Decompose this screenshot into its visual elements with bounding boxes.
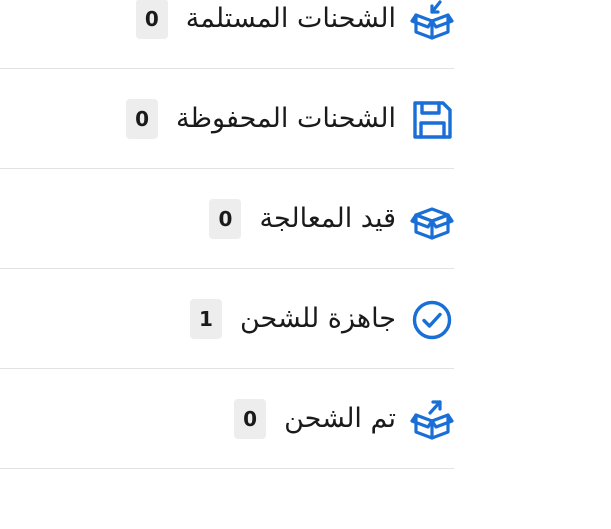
status-item-text: تم الشحن 0 [234,399,396,439]
status-item-processing[interactable]: قيد المعالجة 0 [0,169,454,269]
count-badge: 0 [209,199,242,239]
count-badge: 0 [126,99,159,139]
count-badge: 0 [234,399,267,439]
count-badge: 1 [189,299,222,339]
count-badge: 0 [135,0,168,39]
status-label: جاهزة للشحن [239,303,396,334]
box-arrow-in-icon [410,0,454,42]
status-label: الشحنات المحفوظة [176,103,396,134]
status-item-shipped[interactable]: تم الشحن 0 [0,369,454,469]
box-icon [410,198,454,242]
status-item-text: الشحنات المحفوظة 0 [126,99,396,139]
shipment-status-list: الشحنات المستلمة 0 الشحنات المحفوظة 0 قي… [0,0,454,469]
status-item-saved[interactable]: الشحنات المحفوظة 0 [0,69,454,169]
status-item-ready[interactable]: جاهزة للشحن 1 [0,269,454,369]
status-label: قيد المعالجة [259,203,396,234]
status-label: تم الشحن [284,403,396,434]
status-label: الشحنات المستلمة [185,3,396,34]
save-icon [410,98,454,142]
check-circle-icon [410,298,454,342]
status-item-text: جاهزة للشحن 1 [189,299,396,339]
status-item-received[interactable]: الشحنات المستلمة 0 [0,0,454,69]
box-arrow-out-icon [410,398,454,442]
status-item-text: الشحنات المستلمة 0 [135,0,396,39]
status-item-text: قيد المعالجة 0 [209,199,396,239]
